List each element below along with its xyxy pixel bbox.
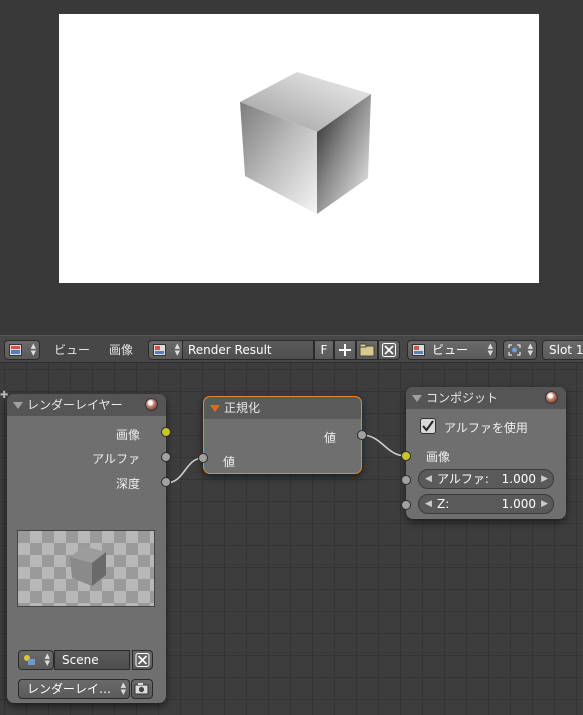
folder-icon (359, 343, 375, 357)
collapse-triangle-icon[interactable] (210, 405, 220, 412)
node-title: レンダーレイヤー (27, 398, 123, 412)
updown-arrows-icon: ▲ ▼ (527, 342, 533, 357)
socket-alpha-out[interactable] (161, 452, 171, 462)
decrement-arrow-icon[interactable]: ◀ (425, 470, 432, 488)
node-editor[interactable]: ✚ レンダーレイヤー 画像 アルファ 深度 ▲ ▼ Scene レンダーレイ… … (0, 363, 583, 715)
alpha-value: 1.000 (501, 472, 536, 486)
slot-selector[interactable]: Slot 1 (542, 340, 583, 360)
updown-arrows-icon: ▲ ▼ (44, 652, 50, 667)
socket-depth-out[interactable] (161, 477, 171, 487)
input-label-image: 画像 (426, 450, 451, 464)
node-title: コンポジット (426, 391, 499, 405)
editor-type-selector[interactable]: ▲ ▼ (4, 340, 40, 360)
output-label-alpha: アルファ (92, 452, 140, 466)
normalize-node[interactable]: 正規化 値 値 (203, 396, 362, 474)
decrement-arrow-icon[interactable]: ◀ (425, 495, 432, 513)
collapse-triangle-icon[interactable] (13, 402, 23, 409)
updown-arrows-icon: ▲ ▼ (487, 342, 493, 357)
image-icon (412, 344, 425, 356)
pivot-icon (508, 344, 521, 356)
new-image-button[interactable] (334, 340, 356, 360)
updown-arrows-icon: ▲ ▼ (120, 681, 126, 696)
camera-icon (134, 683, 149, 695)
node-title: 正規化 (224, 401, 261, 415)
input-label-value: 値 (223, 455, 236, 469)
preview-thumbnail (17, 530, 155, 607)
use-alpha-checkbox[interactable] (420, 418, 436, 434)
plus-icon (339, 344, 351, 356)
updown-arrows-icon: ▲ ▼ (30, 342, 36, 357)
node-header[interactable]: コンポジット (406, 387, 566, 409)
link-value-to-image (361, 434, 407, 457)
image-name-field[interactable]: Render Result (182, 340, 314, 360)
scene-browse-button[interactable]: ▲ ▼ (18, 650, 54, 670)
output-label-depth: 深度 (115, 477, 140, 491)
socket-value-out[interactable] (357, 430, 367, 440)
scene-unlink-button[interactable] (132, 650, 153, 670)
rendered-cube (240, 72, 371, 214)
image-browse-icon (153, 344, 166, 356)
close-icon (382, 343, 396, 357)
use-alpha-label: アルファを使用 (444, 421, 528, 435)
z-value: 1.000 (501, 497, 536, 511)
composite-node[interactable]: コンポジット アルファを使用 画像 ◀ アルファ: 1.000 ▶ ◀ Z: 1… (406, 387, 566, 519)
image-browse-button[interactable]: ▲ ▼ (148, 340, 184, 360)
z-label: Z: (437, 497, 450, 511)
node-header[interactable]: レンダーレイヤー (7, 394, 166, 416)
layer-name: レンダーレイ… (27, 682, 112, 696)
z-slider[interactable]: ◀ Z: 1.000 ▶ (418, 494, 554, 514)
socket-image-out[interactable] (161, 427, 171, 437)
checkmark-icon (422, 420, 434, 432)
alpha-slider[interactable]: ◀ アルファ: 1.000 ▶ (418, 469, 554, 489)
link-depth-to-value (165, 457, 204, 484)
render-ball-icon (545, 391, 558, 404)
image-viewer[interactable] (0, 0, 583, 335)
socket-z-in[interactable] (401, 500, 411, 510)
updown-arrows-icon: ▲ ▼ (174, 342, 180, 357)
image-editor-icon (9, 344, 22, 356)
render-ball-icon (145, 398, 158, 411)
menu-view[interactable]: ビュー (54, 340, 90, 360)
output-label-image: 画像 (115, 428, 140, 442)
socket-value-in[interactable] (198, 453, 208, 463)
scene-name-field[interactable]: Scene (54, 650, 130, 670)
collapse-triangle-icon[interactable] (412, 395, 422, 402)
increment-arrow-icon[interactable]: ▶ (541, 470, 548, 488)
open-image-button[interactable] (356, 340, 378, 360)
unlink-image-button[interactable] (378, 340, 400, 360)
alpha-label: アルファ: (437, 472, 489, 486)
output-label-value: 値 (323, 431, 336, 445)
close-icon (135, 653, 150, 667)
menu-image[interactable]: 画像 (109, 340, 133, 360)
render-result-image (59, 14, 539, 283)
layer-dropdown[interactable]: レンダーレイ… ▲ ▼ (18, 679, 130, 699)
render-layer-button[interactable] (131, 679, 153, 699)
render-layers-node[interactable]: レンダーレイヤー 画像 アルファ 深度 ▲ ▼ Scene レンダーレイ… ▲ … (7, 394, 166, 703)
fake-user-button[interactable]: F (314, 340, 334, 360)
pivot-selector[interactable]: ▲ ▼ (503, 340, 537, 360)
node-header[interactable]: 正規化 (204, 397, 361, 419)
socket-image-in[interactable] (401, 451, 411, 461)
socket-alpha-in[interactable] (401, 475, 411, 485)
view-select-label: ビュー (432, 343, 469, 357)
preview-cube (70, 546, 106, 586)
view-select-dropdown[interactable]: ビュー ▲ ▼ (407, 340, 497, 360)
increment-arrow-icon[interactable]: ▶ (541, 495, 548, 513)
scene-icon (24, 655, 35, 665)
image-editor-header: ▲ ▼ ビュー 画像 ▲ ▼ Render Result F ビュー ▲ ▼ ▲… (0, 335, 583, 363)
